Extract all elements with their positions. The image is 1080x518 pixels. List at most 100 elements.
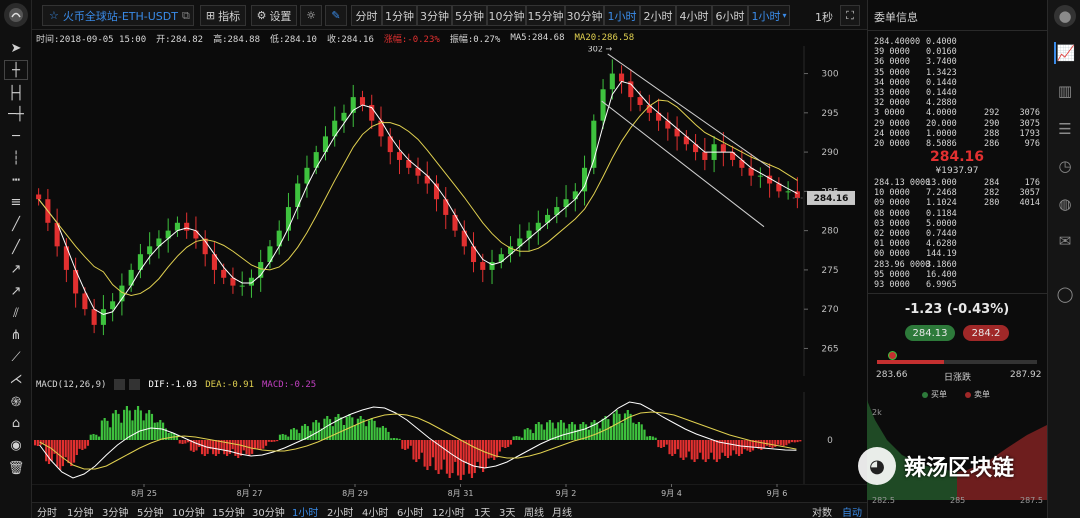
- kline-chart-icon[interactable]: 📈: [1054, 42, 1076, 64]
- macd-histogram-bar: [365, 426, 368, 440]
- interval-button-10[interactable]: 6小时: [712, 5, 748, 26]
- macd-histogram-bar: [598, 428, 602, 440]
- macd-histogram-bar: [765, 440, 769, 446]
- bottom-interval-11[interactable]: 12小时: [432, 504, 465, 518]
- bottom-interval-10[interactable]: 6小时: [397, 504, 423, 518]
- alert-icon[interactable]: ◍: [1054, 193, 1076, 215]
- camera-icon[interactable]: ⌂: [4, 413, 28, 433]
- crosshair-icon[interactable]: ┼: [4, 60, 28, 80]
- bottom-interval-15[interactable]: 月线: [552, 504, 572, 518]
- price-line-icon[interactable]: ┅: [4, 170, 28, 190]
- best-bid-button[interactable]: 284.13: [905, 325, 955, 341]
- orderbook-cell-c3: 290: [984, 118, 1000, 129]
- fullscreen-button[interactable]: ⛶: [840, 5, 860, 26]
- bottom-interval-6[interactable]: 30分钟: [252, 504, 285, 518]
- interval-button-6[interactable]: 30分钟: [565, 5, 604, 26]
- macd-histogram-bar: [763, 440, 766, 449]
- macd-histogram-bar: [120, 422, 123, 440]
- candle-body: [396, 152, 403, 160]
- macd-histogram-bar: [47, 440, 51, 464]
- interval-button-8[interactable]: 2小时: [640, 5, 676, 26]
- list-icon[interactable]: ☰: [1054, 118, 1076, 140]
- bottom-interval-3[interactable]: 5分钟: [137, 504, 163, 518]
- bottom-interval-12[interactable]: 1天: [474, 504, 490, 518]
- macd-chart[interactable]: 0: [32, 392, 867, 484]
- last-price-cny: ¥1937.97: [935, 166, 979, 176]
- interval-button-9[interactable]: 4小时: [676, 5, 712, 26]
- interval-button-0[interactable]: 分时: [351, 5, 382, 26]
- indicator-button[interactable]: ⊞ 指标: [200, 5, 246, 26]
- day-low: 283.66: [876, 370, 908, 380]
- interval-button-2[interactable]: 3分钟: [417, 5, 452, 26]
- macd-histogram-bar: [707, 440, 710, 460]
- pitchfork-icon[interactable]: ⋔: [4, 325, 28, 345]
- macd-histogram-bar: [34, 440, 37, 446]
- macd-histogram-bar: [295, 429, 298, 440]
- macd-histogram-bar: [735, 440, 738, 455]
- cursor-icon[interactable]: ➤: [4, 38, 28, 58]
- interval-button-3[interactable]: 5分钟: [452, 5, 487, 26]
- macd-histogram-bar: [788, 440, 791, 444]
- message-icon[interactable]: ✉: [1054, 230, 1076, 252]
- bottom-interval-2[interactable]: 3分钟: [102, 504, 128, 518]
- clock-icon[interactable]: ◷: [1054, 155, 1076, 177]
- bottom-interval-1[interactable]: 1分钟: [67, 504, 93, 518]
- orderbook-title: 委单信息: [874, 11, 918, 24]
- segment-tool-icon[interactable]: ├┤: [4, 83, 28, 103]
- macd-histogram-bar: [612, 413, 615, 440]
- macd-histogram-bar: [259, 440, 262, 450]
- ray-tool-icon[interactable]: ↗: [4, 281, 28, 301]
- candle-body: [110, 301, 116, 310]
- vertical-line-icon[interactable]: ┆: [4, 148, 28, 168]
- candle-body: [359, 97, 366, 105]
- refresh-rate[interactable]: 1秒: [815, 9, 833, 25]
- log-scale-toggle[interactable]: 对数: [812, 504, 832, 518]
- orderbook-cell-price: 284.13 0000: [874, 178, 931, 188]
- fib-spiral-icon[interactable]: ֍: [4, 391, 28, 411]
- draw-toggle-button[interactable]: ✎: [325, 5, 347, 26]
- interval-button-4[interactable]: 10分钟: [487, 5, 526, 26]
- auto-scale-toggle[interactable]: 自动: [842, 504, 862, 518]
- macd-histogram-bar: [582, 422, 585, 440]
- macd-histogram-bar: [75, 440, 78, 455]
- bottom-interval-4[interactable]: 10分钟: [172, 504, 205, 518]
- bottom-interval-13[interactable]: 3天: [499, 504, 515, 518]
- gann-fan-icon[interactable]: ⟋: [4, 347, 28, 367]
- bid-row[interactable]: 93 0000 6.9965: [870, 280, 1045, 291]
- market-selector[interactable]: ☆ 火币全球站-ETH-USDT ⧉: [42, 5, 194, 26]
- bottom-interval-8[interactable]: 2小时: [327, 504, 353, 518]
- star-icon[interactable]: ☆: [49, 9, 59, 22]
- bar-chart-icon[interactable]: ▥: [1054, 80, 1076, 102]
- candlestick-chart[interactable]: 265270275280285290295300302 →← 260284.16: [32, 46, 867, 376]
- brightness-button[interactable]: ☼: [300, 5, 322, 26]
- ray-line-icon[interactable]: ─: [4, 126, 28, 146]
- interval-dropdown[interactable]: 1小时 ▾: [748, 5, 790, 26]
- bottom-interval-7[interactable]: 1小时: [292, 504, 318, 518]
- extended-line-icon[interactable]: ╱: [4, 237, 28, 257]
- parallel-lines-icon[interactable]: ≡: [4, 192, 28, 212]
- arrow-line-icon[interactable]: ↗: [4, 259, 28, 279]
- globe-icon[interactable]: ◯: [1054, 283, 1076, 305]
- bottom-interval-14[interactable]: 周线: [524, 504, 544, 518]
- interval-button-7[interactable]: 1小时: [604, 5, 640, 26]
- orderbook-cell-amount: 0.1440: [926, 88, 957, 98]
- bottom-interval-0[interactable]: 分时: [37, 504, 57, 518]
- macd-close-icon[interactable]: [129, 379, 141, 390]
- settings-button[interactable]: ⚙ 设置: [251, 5, 297, 26]
- macd-settings-icon[interactable]: [114, 379, 126, 390]
- avatar[interactable]: ●: [1054, 5, 1076, 27]
- macd-histogram-bar: [440, 440, 443, 470]
- channel-tool-icon[interactable]: ⫽: [4, 303, 28, 323]
- bottom-interval-9[interactable]: 4小时: [362, 504, 388, 518]
- trend-line-icon[interactable]: ╱: [4, 214, 28, 234]
- huobi-logo-icon[interactable]: [4, 3, 28, 27]
- best-ask-button[interactable]: 284.2: [963, 325, 1009, 341]
- horizontal-line-icon[interactable]: ─┼: [4, 104, 28, 124]
- fibonacci-fan-icon[interactable]: ⋌: [4, 369, 28, 389]
- macd-histogram-bar: [262, 440, 265, 449]
- bottom-interval-5[interactable]: 15分钟: [212, 504, 245, 518]
- trash-icon[interactable]: 🗑: [4, 458, 28, 478]
- eye-icon[interactable]: ◉: [4, 435, 28, 455]
- interval-button-5[interactable]: 15分钟: [526, 5, 565, 26]
- interval-button-1[interactable]: 1分钟: [382, 5, 417, 26]
